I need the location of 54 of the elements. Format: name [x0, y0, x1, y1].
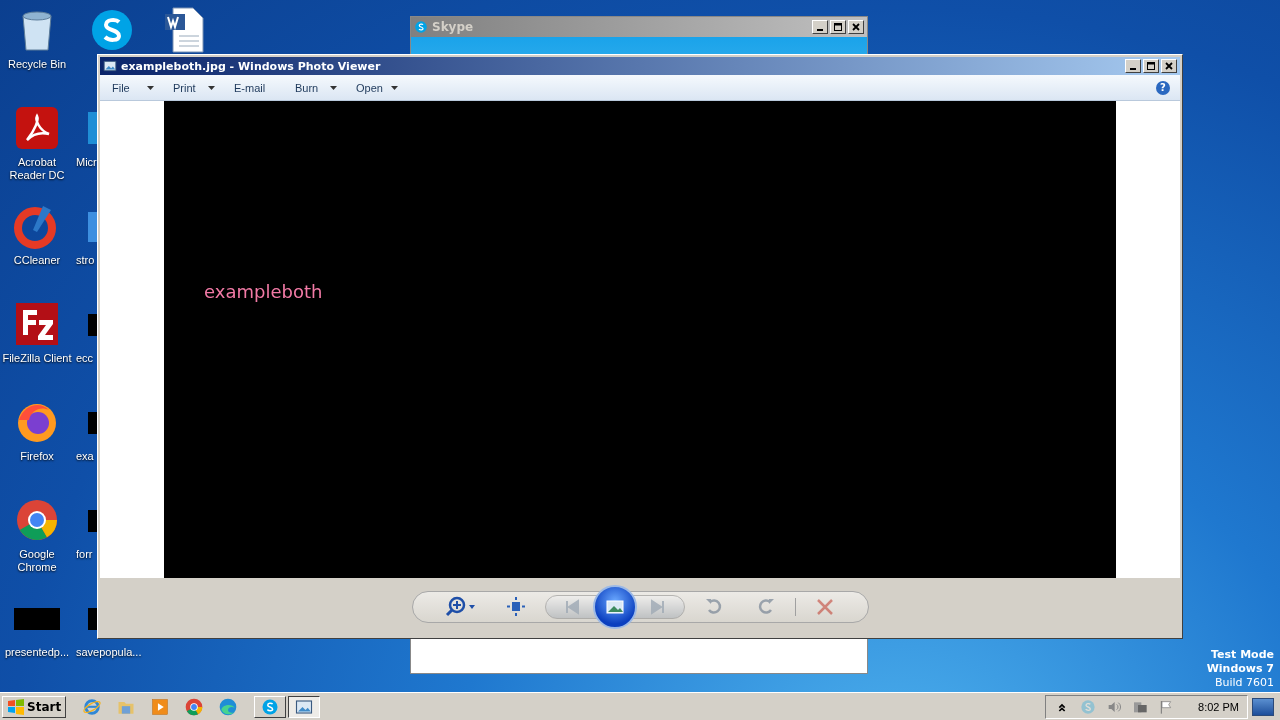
desktop-icon-label: Micr — [76, 156, 98, 169]
caret-icon — [208, 85, 215, 90]
menu-button[interactable]: File — [112, 78, 154, 97]
photo-viewer-icon[interactable] — [103, 59, 117, 73]
desktop-icon-label: exa — [76, 450, 95, 463]
maximize-icon — [834, 23, 842, 31]
window-title: exampleboth.jpg - Windows Photo Viewer — [121, 59, 381, 73]
desktop-icon-label: Recycle Bin — [6, 58, 68, 71]
maximize-icon — [1147, 62, 1155, 70]
desktop-icon-label: stro — [76, 254, 96, 267]
windows-logo-icon — [7, 698, 25, 715]
system-text: Test Mode — [1211, 648, 1274, 662]
desktop-icon-label: presentedp... — [3, 646, 71, 659]
fit-icon — [504, 596, 527, 618]
media-player-icon[interactable] — [150, 696, 171, 717]
taskbar-button[interactable] — [288, 695, 321, 718]
caret-icon — [468, 605, 475, 609]
slideshow-button[interactable] — [592, 585, 637, 629]
maximize-button[interactable] — [830, 20, 846, 34]
start-button[interactable]: Start — [2, 695, 67, 718]
minimize-button[interactable] — [1125, 59, 1141, 73]
menu-button[interactable]: E-mail — [234, 78, 276, 97]
window-title: Skype — [432, 20, 475, 34]
show-desktop-button[interactable] — [1252, 697, 1274, 716]
fz-app-icon[interactable] — [13, 300, 61, 348]
desktop-icon-label: Google Chrome — [16, 548, 58, 574]
photo-viewer-icon[interactable] — [295, 697, 314, 716]
pdf-reader-icon[interactable] — [13, 104, 61, 152]
desktop-icon-label: Acrobat Reader DC — [8, 156, 66, 182]
desktop-icon-label: ecc — [76, 352, 95, 365]
menu-button[interactable]: Print — [173, 78, 215, 97]
caret-icon — [147, 85, 154, 90]
zoom-icon — [444, 596, 467, 618]
menu-button[interactable]: Open — [356, 78, 398, 97]
help-button[interactable]: ? — [1156, 80, 1170, 95]
maximize-button[interactable] — [1143, 59, 1159, 73]
desktop-icon-label: forr — [76, 548, 94, 561]
desktop-icon-label: CCleaner — [12, 254, 62, 267]
close-button[interactable] — [848, 20, 864, 34]
close-icon — [1165, 62, 1173, 70]
system-text: Windows 7 — [1206, 662, 1274, 676]
minimize-button[interactable] — [812, 20, 828, 34]
close-button[interactable] — [1161, 59, 1177, 73]
close-icon — [852, 23, 860, 31]
desktop-icon-label: Firefox — [19, 450, 55, 463]
desktop-icon-label: savepopula... — [76, 646, 143, 659]
caret-icon — [391, 85, 398, 90]
caret-icon — [330, 85, 337, 90]
menu-button[interactable]: Burn — [295, 78, 337, 97]
clock: 8:02 PM — [1198, 700, 1239, 713]
desktop-icon-label: FileZilla Client — [1, 352, 73, 365]
flag-icon[interactable] — [1158, 698, 1175, 715]
system-text: Build 7601 — [1214, 676, 1274, 690]
image-text: exampleboth — [204, 281, 323, 302]
